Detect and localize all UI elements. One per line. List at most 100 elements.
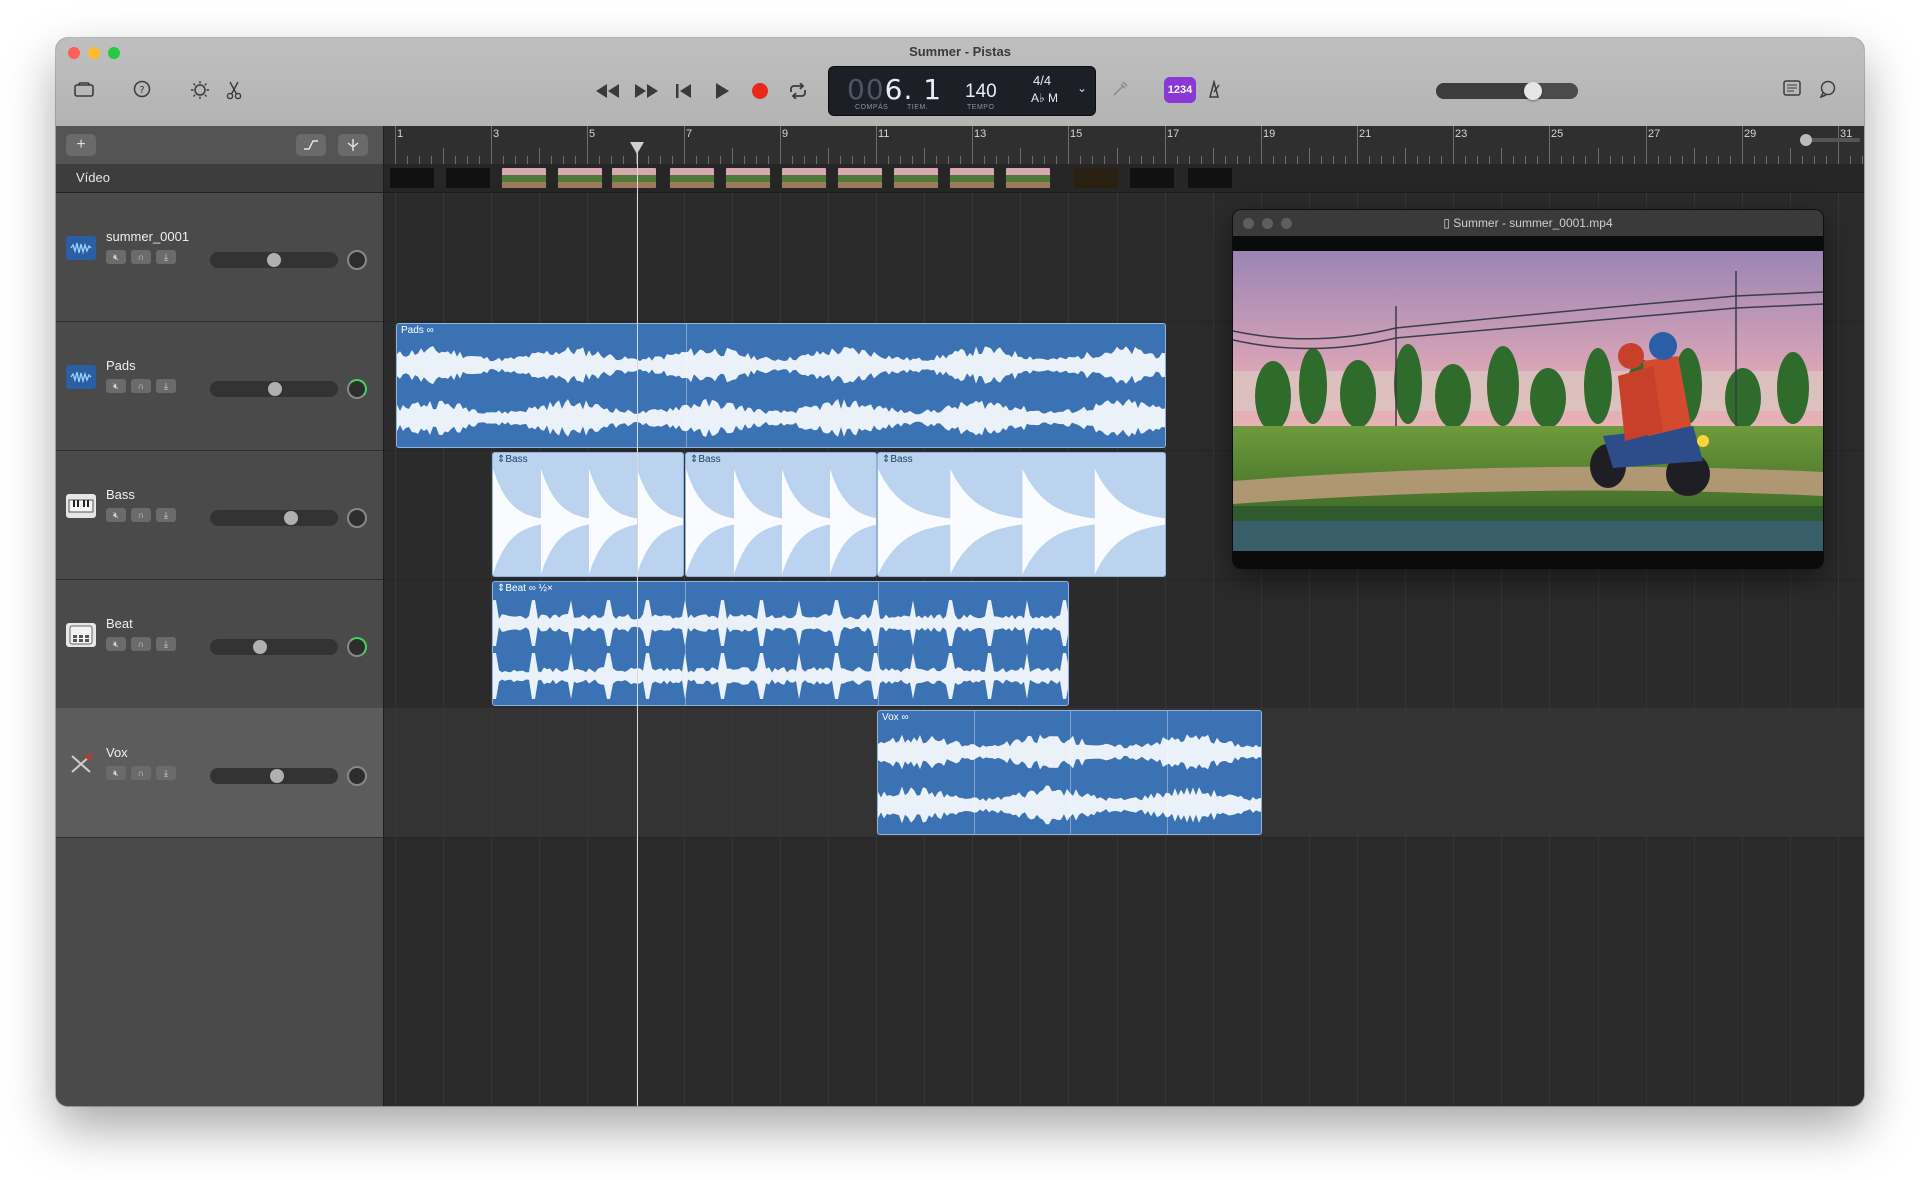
headphones-icon[interactable]: ∩ (131, 637, 151, 651)
video-thumbnail (1188, 168, 1232, 188)
track-volume-slider[interactable] (210, 768, 338, 784)
track-header[interactable]: Beat 🔇︎ ∩ ⤓ (56, 579, 383, 709)
track-name[interactable]: Bass (106, 487, 135, 502)
zoom-slider-knob[interactable] (1800, 134, 1812, 146)
track-header[interactable]: Pads 🔇︎ ∩ ⤓ (56, 321, 383, 451)
track-volume-slider[interactable] (210, 381, 338, 397)
region-bass[interactable]: ⇕Bass (685, 452, 877, 577)
master-volume-knob[interactable] (1524, 82, 1542, 100)
count-in-button[interactable]: 1234 (1164, 77, 1196, 103)
pan-knob[interactable] (347, 637, 367, 657)
headphones-icon[interactable]: ∩ (131, 250, 151, 264)
mute-icon[interactable]: 🔇︎ (106, 250, 126, 264)
headphones-icon[interactable]: ∩ (131, 766, 151, 780)
ruler-minor-tick (611, 156, 612, 164)
video-thumbnail-strip[interactable] (384, 164, 1864, 193)
scissors-icon[interactable] (222, 80, 246, 104)
track-volume-slider[interactable] (210, 639, 338, 655)
ruler-tick (972, 126, 973, 164)
region-bass[interactable]: ⇕Bass (877, 452, 1166, 577)
speed-badge: ½× (538, 583, 553, 594)
notepad-icon[interactable] (1780, 80, 1804, 100)
movie-window-titlebar[interactable]: ▯ Summer - summer_0001.mp4 (1233, 210, 1823, 237)
ruler-minor-tick (1153, 156, 1154, 164)
playhead-handle[interactable] (630, 142, 644, 154)
track-header[interactable]: Vox 🔇︎ ∩ ⤓ (56, 708, 383, 838)
track-name[interactable]: summer_0001 (106, 229, 189, 244)
ruler-minor-tick (912, 156, 913, 164)
mute-icon[interactable]: 🔇︎ (106, 379, 126, 393)
add-track-button[interactable]: + (66, 134, 96, 156)
ruler-tick (443, 148, 444, 164)
region-bass[interactable]: ⇕Bass (492, 452, 684, 577)
track-name[interactable]: Vox (106, 745, 128, 760)
headphones-icon[interactable]: ∩ (131, 379, 151, 393)
keyboard-icon (66, 494, 96, 518)
track-volume-slider[interactable] (210, 252, 338, 268)
flex-icon[interactable] (338, 134, 368, 156)
movie-window[interactable]: ▯ Summer - summer_0001.mp4 (1233, 210, 1823, 568)
rewind-icon[interactable] (594, 79, 622, 103)
playhead[interactable] (630, 142, 644, 1106)
region-name: Pads (401, 325, 424, 336)
region-vox[interactable]: Vox ∞ (877, 710, 1262, 835)
drum-machine-icon (66, 623, 96, 647)
bar-gridline (1213, 192, 1214, 1106)
track-volume-knob[interactable] (268, 382, 282, 396)
mute-icon[interactable]: 🔇︎ (106, 637, 126, 651)
record-enable-icon[interactable]: ⤓ (156, 508, 176, 522)
mute-icon[interactable]: 🔇︎ (106, 508, 126, 522)
pan-knob[interactable] (347, 766, 367, 786)
pan-knob[interactable] (347, 508, 367, 528)
record-enable-icon[interactable]: ⤓ (156, 766, 176, 780)
ruler-minor-tick (1104, 156, 1105, 164)
record-enable-icon[interactable]: ⤓ (156, 637, 176, 651)
track-name[interactable]: Beat (106, 616, 133, 631)
track-header[interactable]: summer_0001 🔇︎ ∩ ⤓ (56, 192, 383, 322)
cycle-icon[interactable] (784, 79, 812, 103)
help-icon[interactable]: ? (130, 80, 154, 102)
record-button[interactable] (746, 79, 774, 103)
ruler-tick (1694, 148, 1695, 164)
lcd-display[interactable]: 006. 1 COMPÁS TIEM. 140 TEMPO 4/4 A♭ M ⌄ (828, 66, 1096, 116)
play-icon[interactable] (708, 79, 736, 103)
ruler[interactable]: 1 3 5 7 9 11 13 15 17 19 21 23 25 27 29 31 (384, 126, 1864, 165)
track-name[interactable]: Pads (106, 358, 136, 373)
pan-knob[interactable] (347, 379, 367, 399)
record-enable-icon[interactable]: ⤓ (156, 379, 176, 393)
track-header[interactable]: Bass 🔇︎ ∩ ⤓ (56, 450, 383, 580)
headphones-icon[interactable]: ∩ (131, 508, 151, 522)
tuner-icon[interactable] (1108, 80, 1132, 102)
region-pads[interactable]: Pads ∞ (396, 323, 1166, 448)
ruler-minor-tick (948, 156, 949, 164)
track-volume-slider[interactable] (210, 510, 338, 526)
ruler-minor-tick (1670, 156, 1671, 164)
ruler-minor-tick (479, 156, 480, 164)
ruler-minor-tick (1465, 156, 1466, 164)
video-track-header[interactable]: Vídeo (56, 164, 383, 193)
mute-icon[interactable]: 🔇︎ (106, 766, 126, 780)
document-icon: ▯ (1443, 216, 1454, 230)
go-to-start-icon[interactable] (670, 79, 698, 103)
record-icon (752, 83, 768, 99)
automation-icon[interactable] (296, 134, 326, 156)
position-display: 006. 1 (847, 73, 943, 106)
track-volume-knob[interactable] (253, 640, 267, 654)
smart-controls-icon[interactable] (188, 80, 212, 104)
track-volume-knob[interactable] (267, 253, 281, 267)
fast-forward-icon[interactable] (632, 79, 660, 103)
pan-knob[interactable] (347, 250, 367, 270)
ruler-minor-tick (1826, 156, 1827, 164)
track-volume-knob[interactable] (270, 769, 284, 783)
chevron-down-icon[interactable]: ⌄ (1077, 81, 1087, 95)
loops-icon[interactable] (1816, 80, 1840, 102)
master-volume-slider[interactable] (1436, 82, 1578, 100)
record-enable-icon[interactable]: ⤓ (156, 250, 176, 264)
ruler-minor-tick (1802, 156, 1803, 164)
metronome-icon[interactable] (1202, 79, 1226, 102)
region-beat[interactable]: ⇕Beat ∞ ½× (492, 581, 1069, 706)
horizontal-zoom-slider[interactable] (1800, 134, 1860, 146)
library-icon[interactable] (72, 82, 96, 102)
track-volume-knob[interactable] (284, 511, 298, 525)
track-headers: + Vídeo summer_0001 🔇︎ ∩ ⤓ Pads 🔇︎ ∩ ⤓ Bass 🔇︎ ∩ ⤓ B… (56, 126, 384, 1106)
